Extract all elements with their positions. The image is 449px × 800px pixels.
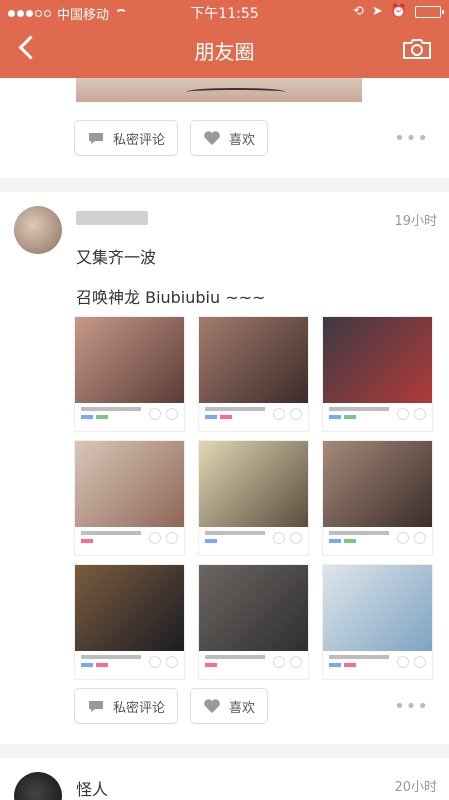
top-bar: 中国移动 下午11:55 ⟲ ➤ ⏰ 朋友圈: [0, 0, 449, 78]
page-title: 朋友圈: [194, 40, 255, 64]
camera-icon: [403, 39, 431, 59]
photo-grid: [74, 316, 433, 680]
like-label: 喜欢: [229, 132, 256, 148]
location-icon: ➤: [371, 4, 383, 19]
photo-tile[interactable]: [322, 564, 433, 680]
post-card: 19小时 又集齐一波 召唤神龙 Biubiubiu ~~~ 私密评论 喜欢 ••…: [0, 192, 449, 744]
like-button[interactable]: 喜欢: [190, 120, 269, 156]
photo-tile[interactable]: [74, 564, 185, 680]
heart-icon: [204, 131, 220, 145]
post-photo[interactable]: [76, 78, 362, 102]
avatar[interactable]: [14, 772, 62, 800]
private-comment-button[interactable]: 私密评论: [74, 688, 179, 724]
post-author[interactable]: 怪人: [76, 776, 108, 800]
status-bar: 中国移动 下午11:55 ⟲ ➤ ⏰: [0, 0, 449, 24]
photo-tile[interactable]: [74, 316, 185, 432]
post-card: 怪人 20小时: [0, 758, 449, 800]
heart-icon: [204, 699, 220, 713]
post-time: 19小时: [394, 214, 437, 229]
post-actions: 私密评论 喜欢: [74, 120, 269, 156]
navigation-bar: 朋友圈: [0, 24, 449, 78]
post-actions: 私密评论 喜欢: [74, 688, 269, 724]
post-text-line-2: 召唤神龙 Biubiubiu ~~~: [76, 288, 266, 307]
more-button[interactable]: •••: [394, 128, 429, 149]
post-card: 私密评论 喜欢 •••: [0, 78, 449, 178]
post-author[interactable]: [76, 210, 148, 229]
post-time: 20小时: [394, 780, 437, 795]
photo-tile[interactable]: [322, 316, 433, 432]
post-text-line-1: 又集齐一波: [76, 248, 157, 267]
status-right: ⟲ ➤ ⏰: [353, 4, 444, 19]
private-comment-button[interactable]: 私密评论: [74, 120, 179, 156]
photo-tile[interactable]: [198, 564, 309, 680]
photo-tile[interactable]: [322, 440, 433, 556]
avatar[interactable]: [14, 206, 62, 254]
rotation-lock-icon: ⟲: [353, 4, 364, 19]
private-comment-label: 私密评论: [113, 700, 166, 716]
like-label: 喜欢: [229, 700, 256, 716]
private-comment-label: 私密评论: [113, 132, 166, 148]
comment-icon: [89, 701, 103, 712]
comment-icon: [89, 133, 103, 144]
camera-button[interactable]: [401, 37, 433, 61]
photo-tile[interactable]: [198, 316, 309, 432]
photo-tile[interactable]: [74, 440, 185, 556]
like-button[interactable]: 喜欢: [190, 688, 269, 724]
photo-tile[interactable]: [198, 440, 309, 556]
battery-icon: [415, 5, 444, 18]
alarm-icon: ⏰: [390, 4, 407, 19]
more-button[interactable]: •••: [394, 696, 429, 717]
